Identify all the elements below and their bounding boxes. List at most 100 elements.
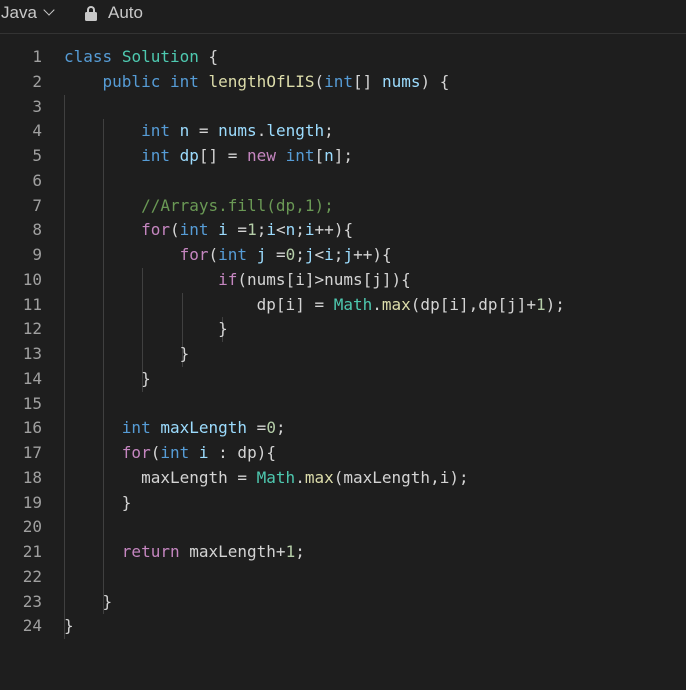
line-number: 5 <box>32 146 42 165</box>
code-token: lengthOfLIS <box>208 71 315 91</box>
code-line[interactable]: 11 dp[i] = Math.max(dp[i],dp[j]+1); <box>0 293 686 318</box>
line-number: 13 <box>22 344 42 363</box>
code-text: int n = nums.length; <box>64 119 334 144</box>
code-token: } <box>141 368 151 388</box>
code-token: < <box>314 245 325 264</box>
code-token: max <box>381 294 411 314</box>
code-line[interactable]: 7 //Arrays.fill(dp,1); <box>0 194 686 219</box>
code-line[interactable]: 4 int n = nums.length; <box>0 119 686 144</box>
line-number: 21 <box>22 542 42 561</box>
code-line[interactable]: 18 maxLength = Math.max(maxLength,i); <box>0 466 686 491</box>
code-token: i <box>324 245 334 264</box>
code-token: ++){ <box>314 220 354 240</box>
code-text: for(int i : dp){ <box>64 441 276 466</box>
code-token: = <box>266 245 286 264</box>
mode-label: Auto <box>108 3 143 22</box>
code-token: . <box>372 294 382 314</box>
code-token: . <box>256 121 267 141</box>
code-token: ( <box>314 71 325 91</box>
code-token: Math <box>256 467 296 487</box>
code-token: i <box>198 443 209 462</box>
code-token: 0 <box>285 245 296 264</box>
code-token: int <box>141 146 170 165</box>
code-line[interactable]: 2 public int lengthOfLIS(int[] nums) { <box>0 70 686 95</box>
code-text: } <box>64 491 132 516</box>
code-text: public int lengthOfLIS(int[] nums) { <box>64 70 450 95</box>
code-token: = <box>247 418 267 438</box>
code-text: } <box>64 317 228 342</box>
code-token: int <box>179 220 209 240</box>
code-line[interactable]: 6 <box>0 169 686 194</box>
code-token: i <box>266 220 276 240</box>
code-line[interactable]: 19 } <box>0 491 686 516</box>
code-line[interactable]: 16 int maxLength =0; <box>0 416 686 441</box>
code-token: ; <box>295 245 305 264</box>
language-select[interactable]: Java <box>1 2 55 24</box>
code-token: //Arrays.fill(dp,1); <box>141 195 334 215</box>
code-token: [] = <box>198 146 248 165</box>
code-line[interactable]: 24} <box>0 614 686 639</box>
code-text: //Arrays.fill(dp,1); <box>64 194 334 219</box>
auto-mode-button[interactable]: Auto <box>85 2 143 24</box>
line-number: 2 <box>32 71 42 91</box>
code-token: return <box>121 542 180 561</box>
code-token: ; <box>295 220 305 240</box>
code-line[interactable]: 15 <box>0 392 686 417</box>
line-number: 18 <box>22 467 42 487</box>
code-editor[interactable]: Java Auto 1 class Solution {2 public int … <box>0 0 686 690</box>
code-line[interactable]: 9 for(int j =0;j<i;j++){ <box>0 243 686 268</box>
code-line[interactable]: 23 } <box>0 590 686 615</box>
code-line[interactable]: 14 } <box>0 367 686 392</box>
code-line[interactable]: 10 if(nums[i]>nums[j]){ <box>0 268 686 293</box>
code-token: j <box>256 245 267 264</box>
code-line[interactable]: 8 for(int i =1;i<n;i++){ <box>0 218 686 243</box>
code-token: new <box>247 146 276 165</box>
code-text: for(int i =1;i<n;i++){ <box>64 218 353 243</box>
line-number: 24 <box>22 616 42 636</box>
code-token: (nums[i]>nums[j]){ <box>237 269 411 289</box>
code-token: ) { <box>420 71 450 91</box>
code-line[interactable]: 5 int dp[] = new int[n]; <box>0 144 686 169</box>
code-text: class Solution { <box>64 45 218 70</box>
code-line[interactable]: 12 } <box>0 317 686 342</box>
code-token: } <box>218 319 228 339</box>
code-line[interactable]: 1 class Solution { <box>0 45 686 70</box>
code-area[interactable]: 1 class Solution {2 public int lengthOfLI… <box>0 45 686 639</box>
code-token: Math <box>333 294 373 314</box>
line-number: 20 <box>22 517 42 537</box>
code-token: int <box>324 71 354 91</box>
line-number: 7 <box>32 195 42 215</box>
code-text: int dp[] = new int[n]; <box>64 144 353 169</box>
code-token: : dp){ <box>208 443 276 462</box>
line-number: 1 <box>32 47 42 66</box>
code-line[interactable]: 3 <box>0 95 686 120</box>
line-number: 23 <box>22 591 42 611</box>
code-text: if(nums[i]>nums[j]){ <box>64 268 411 293</box>
code-token: n <box>285 220 296 240</box>
code-line[interactable]: 21 return maxLength+1; <box>0 540 686 565</box>
code-token: 1 <box>285 542 296 561</box>
code-line[interactable]: 17 for(int i : dp){ <box>0 441 686 466</box>
code-line[interactable]: 13 } <box>0 342 686 367</box>
toolbar-divider <box>0 33 686 34</box>
line-number: 8 <box>32 220 42 240</box>
code-token: maxLength <box>160 418 248 438</box>
code-line[interactable]: 20 <box>0 515 686 540</box>
code-token: ; <box>275 418 286 438</box>
code-token: int <box>169 71 199 91</box>
code-token: maxLength+ <box>179 542 286 561</box>
code-token: dp[i] = <box>256 294 334 314</box>
code-line[interactable]: 22 <box>0 565 686 590</box>
